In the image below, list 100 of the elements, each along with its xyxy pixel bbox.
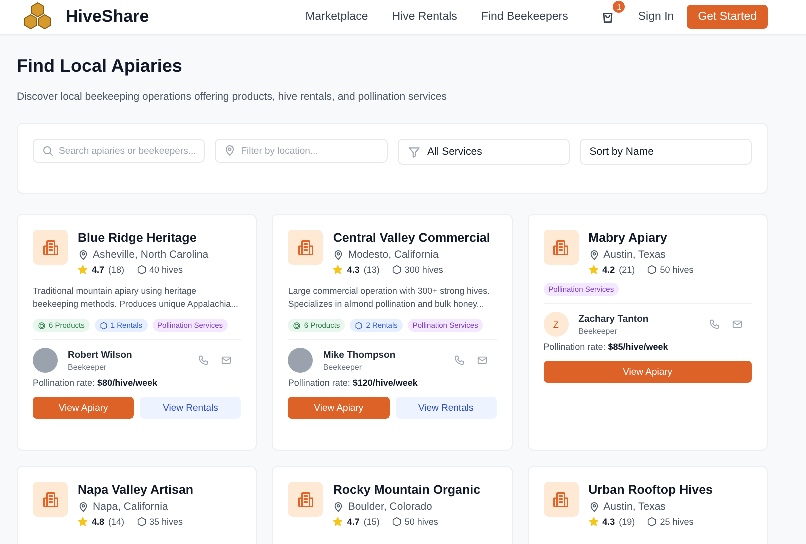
avatar-photo-placeholder xyxy=(33,348,58,373)
review-count: (18) xyxy=(108,265,125,275)
pin-icon xyxy=(78,250,89,261)
star-icon xyxy=(333,517,344,527)
beekeeper-name: Robert Wilson xyxy=(68,350,132,360)
review-count: (19) xyxy=(619,517,636,527)
pollination-rate: Pollination rate: $85/hive/week xyxy=(544,342,670,352)
mail-icon[interactable] xyxy=(476,355,488,366)
building-icon xyxy=(296,238,315,256)
phone-icon[interactable] xyxy=(198,355,210,366)
page-title: Find Local Apiaries xyxy=(17,55,184,77)
phone-icon[interactable] xyxy=(454,355,465,366)
rating-value: 4.3 xyxy=(347,265,360,275)
box-icon xyxy=(293,322,302,330)
pin-icon xyxy=(588,250,600,261)
pollination-rate: Pollination rate: $80/hive/week xyxy=(33,378,159,388)
nav-link[interactable]: Marketplace xyxy=(306,11,368,23)
building-icon xyxy=(42,238,60,256)
pin-icon xyxy=(333,502,344,513)
star-icon xyxy=(333,265,344,275)
apiary-location: Austin, Texas xyxy=(604,248,666,263)
rating-value: 4.8 xyxy=(92,517,105,527)
building-icon xyxy=(42,490,60,508)
apiary-name: Napa Valley Artisan xyxy=(78,482,194,498)
view-apiary-button[interactable]: View Apiary xyxy=(544,361,752,383)
hive-count: 25 hives xyxy=(660,517,694,527)
beekeeper-role: Beekeeper xyxy=(68,362,108,372)
location-field[interactable]: Filter by location... xyxy=(215,139,388,163)
star-icon xyxy=(78,265,88,275)
building-icon xyxy=(552,238,570,256)
rating-value: 4.2 xyxy=(602,265,616,275)
hive-count: 50 hives xyxy=(660,265,694,275)
brand-name: HiveShare xyxy=(66,7,150,27)
pin-icon xyxy=(78,502,89,513)
filter-icon xyxy=(408,146,420,158)
hive-count: 35 hives xyxy=(150,517,184,527)
star-icon xyxy=(78,517,88,527)
hive-count: 50 hives xyxy=(404,517,438,527)
building-icon xyxy=(296,490,315,508)
sort-dropdown[interactable]: Sort by Name xyxy=(580,139,752,165)
rating-value: 4.3 xyxy=(602,517,616,527)
hexagon-icon xyxy=(392,517,402,527)
review-count: (21) xyxy=(619,265,636,275)
view-rentals-button[interactable]: View Rentals xyxy=(396,397,497,419)
avatar-initial: Z xyxy=(544,312,569,337)
review-count: (13) xyxy=(364,265,380,275)
box-icon xyxy=(38,322,46,330)
pin-icon xyxy=(588,502,600,513)
apiary-name: Blue Ridge Heritage xyxy=(78,230,198,246)
beekeeper-name: Zachary Tanton xyxy=(578,314,649,324)
view-apiary-button[interactable]: View Apiary xyxy=(33,397,134,419)
hexagon-icon xyxy=(647,265,658,275)
rating-value: 4.7 xyxy=(347,517,360,527)
mail-icon[interactable] xyxy=(732,319,743,330)
mail-icon[interactable] xyxy=(221,355,232,366)
avatar-photo-placeholder xyxy=(288,348,314,373)
hive-count: 300 hives xyxy=(404,265,444,275)
apiary-location: Austin, Texas xyxy=(604,500,666,515)
apiary-location: Asheville, North Carolina xyxy=(93,248,209,263)
hive-count: 40 hives xyxy=(150,265,184,275)
hive-logo xyxy=(22,2,54,32)
cart-badge: 1 xyxy=(613,1,626,13)
page-subtitle: Discover local beekeeping operations offering products, hive rentals, and pollination services xyxy=(17,91,448,103)
apiary-description: Traditional mountain apiary using heritage beekeeping methods. Produces unique Appalachia... xyxy=(33,285,240,311)
nav-link[interactable]: Find Beekeepers xyxy=(481,11,568,23)
nav-link[interactable]: Hive Rentals xyxy=(392,11,458,23)
apiary-name: Urban Rooftop Hives xyxy=(588,482,713,498)
hexagon-icon xyxy=(355,322,364,330)
beekeeper-name: Mike Thompson xyxy=(323,350,396,360)
hexagon-icon xyxy=(136,517,147,527)
hexagon-icon xyxy=(136,265,147,275)
apiary-location: Napa, California xyxy=(93,500,168,515)
apiary-location: Modesto, California xyxy=(348,248,439,263)
review-count: (14) xyxy=(108,517,125,527)
apiary-location: Boulder, Colorado xyxy=(348,500,432,515)
pin-icon xyxy=(333,250,344,261)
get-started-button[interactable]: Get Started xyxy=(687,5,768,29)
services-dropdown[interactable]: All Services xyxy=(398,139,570,165)
beekeeper-role: Beekeeper xyxy=(323,362,364,372)
hexagon-icon xyxy=(392,265,402,275)
beekeeper-role: Beekeeper xyxy=(578,326,618,336)
view-rentals-button[interactable]: View Rentals xyxy=(140,397,242,419)
apiary-name: Rocky Mountain Organic xyxy=(333,482,481,498)
search-field[interactable]: Search apiaries or beekeepers... xyxy=(33,139,206,163)
pin-icon xyxy=(224,145,236,157)
pollination-rate: Pollination rate: $120/hive/week xyxy=(288,378,419,388)
star-icon xyxy=(588,517,599,527)
view-apiary-button[interactable]: View Apiary xyxy=(288,397,390,419)
search-icon xyxy=(42,145,54,157)
star-icon xyxy=(588,265,599,275)
rating-value: 4.7 xyxy=(92,265,105,275)
phone-icon[interactable] xyxy=(708,319,720,330)
apiary-name: Central Valley Commercial xyxy=(333,230,490,246)
hexagon-icon xyxy=(100,322,108,330)
apiary-name: Mabry Apiary xyxy=(588,230,668,246)
sign-in-link[interactable]: Sign In xyxy=(638,11,674,23)
review-count: (15) xyxy=(364,517,380,527)
building-icon xyxy=(552,490,570,508)
apiary-description: Large commercial operation with 300+ strong hives. Specializes in almond pollination and bulk honey... xyxy=(288,285,492,311)
hexagon-icon xyxy=(647,517,658,527)
